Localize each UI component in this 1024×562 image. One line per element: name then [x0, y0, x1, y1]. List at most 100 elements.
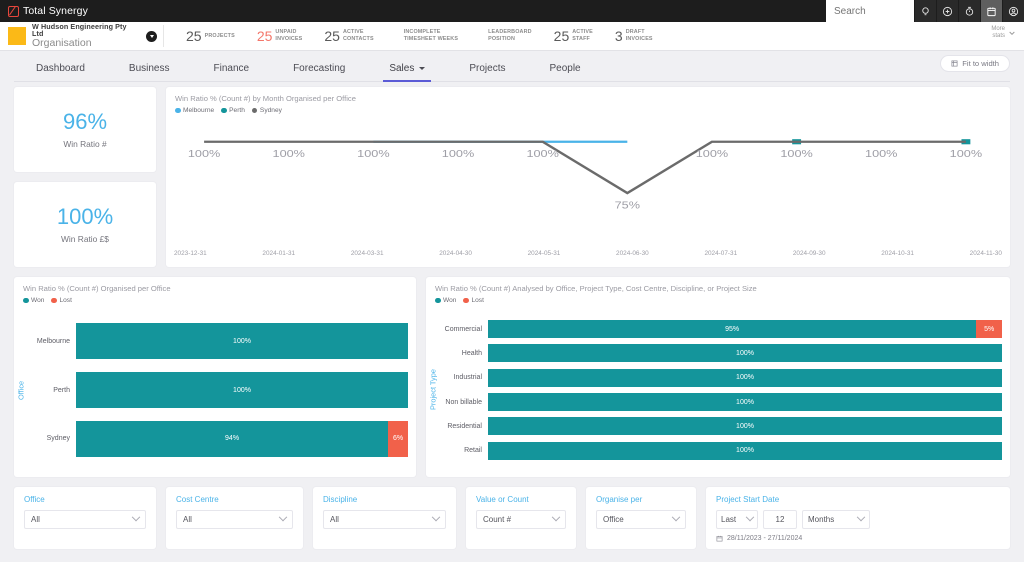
stat-projects[interactable]: 25 PROJECTS: [164, 28, 235, 44]
y-axis-title: Project Type: [428, 369, 438, 411]
chart-title: Win Ratio % (Count #) by Month Organised…: [175, 94, 356, 103]
office-select[interactable]: All: [24, 510, 146, 529]
discipline-select[interactable]: All: [323, 510, 446, 529]
organise-per-select[interactable]: Office: [596, 510, 686, 529]
timer-icon[interactable]: [958, 0, 980, 22]
bar-segment-won: 100%: [488, 368, 1002, 387]
account-icon[interactable]: [1002, 0, 1024, 22]
chevron-down-icon: [745, 512, 755, 521]
bar-row[interactable]: 94% 6%: [76, 414, 408, 463]
tab-projects[interactable]: Projects: [447, 63, 527, 82]
bar-row[interactable]: 100%: [488, 439, 1002, 463]
tab-forecasting[interactable]: Forecasting: [271, 63, 367, 82]
stat-active-contacts[interactable]: 25 ACTIVE CONTACTS: [302, 28, 373, 44]
line-point-label: 100%: [188, 149, 220, 160]
top-bar: Total Synergy: [0, 0, 1024, 22]
stat-active-staff[interactable]: 25 ACTIVE STAFF: [532, 28, 593, 44]
tab-label: Forecasting: [293, 63, 346, 74]
bar-row[interactable]: 100%: [488, 390, 1002, 414]
add-plus-icon[interactable]: [936, 0, 958, 22]
stat-label: ACTIVE STAFF: [572, 29, 593, 42]
bar-row[interactable]: 100%: [488, 341, 1002, 365]
search-input[interactable]: [834, 5, 914, 17]
legend-item-lost: Lost: [51, 297, 72, 304]
kpi-column: 96% Win Ratio # 100% Win Ratio £$: [14, 87, 156, 267]
bar-segment-won: 100%: [488, 441, 1002, 460]
tab-people[interactable]: People: [527, 63, 602, 82]
filter-value-or-count: Value or Count Count #: [466, 487, 576, 549]
stat-draft-invoices[interactable]: 3 DRAFT INVOICES: [593, 28, 653, 44]
x-tick: 2024-10-31: [881, 250, 914, 257]
date-amount-input[interactable]: 12: [763, 510, 797, 529]
stat-label: UNPAID INVOICES: [275, 29, 303, 42]
bar-segment-won: 100%: [488, 417, 1002, 436]
tab-finance[interactable]: Finance: [192, 63, 272, 82]
more-stats-toggle[interactable]: More stats: [991, 26, 1016, 40]
tab-dashboard[interactable]: Dashboard: [14, 63, 107, 82]
bar-segment-won: 100%: [488, 393, 1002, 412]
select-value: All: [183, 515, 192, 524]
line-point-label: 75%: [615, 200, 640, 211]
legend-label: Won: [31, 297, 45, 304]
x-tick: 2024-07-31: [704, 250, 738, 257]
chart-title: Win Ratio % (Count #) Analysed by Office…: [435, 284, 757, 293]
tab-sales[interactable]: Sales: [367, 63, 447, 82]
y-axis-title: Office: [16, 380, 26, 400]
filter-discipline: Discipline All: [313, 487, 456, 549]
tab-business[interactable]: Business: [107, 63, 192, 82]
search-box[interactable]: [826, 0, 914, 22]
chevron-down-icon[interactable]: [146, 30, 157, 42]
brand[interactable]: Total Synergy: [0, 0, 88, 22]
bar-row[interactable]: 100%: [76, 366, 408, 415]
legend-swatch: [463, 297, 469, 304]
bar-series: 100% 100% 94% 6%: [76, 317, 408, 463]
bar-row[interactable]: 100%: [76, 317, 408, 366]
line-point-label: 100%: [865, 149, 897, 160]
tab-label: Sales: [389, 63, 415, 74]
fit-to-width-label: Fit to width: [962, 59, 999, 68]
date-mode-select[interactable]: Last: [716, 510, 758, 529]
value-or-count-select[interactable]: Count #: [476, 510, 566, 529]
filter-cost-centre: Cost Centre All: [166, 487, 303, 549]
chevron-down-icon: [278, 512, 288, 521]
line-chart-plot: 100% 100% 100% 100% 100% 75% 100% 100% 100% 100%: [166, 113, 1004, 267]
stat-unpaid-invoices[interactable]: 25 UNPAID INVOICES: [235, 28, 303, 44]
calendar-icon[interactable]: [980, 0, 1002, 22]
filter-office: Office All: [14, 487, 156, 549]
line-chart-x-axis: 2023-12-31 2024-01-31 2024-03-31 2024-04…: [174, 250, 1002, 257]
bar-track: 100%: [488, 417, 1002, 436]
bar-row[interactable]: 100%: [488, 414, 1002, 438]
kpi-value: 100%: [56, 204, 114, 230]
stat-incomplete-timesheet-weeks[interactable]: INCOMPLETE TIMESHEET WEEKS: [374, 29, 458, 43]
legend-label: Lost: [471, 297, 484, 304]
filter-bar: Office All Cost Centre All Discipline Al…: [14, 487, 1010, 549]
select-value: All: [330, 515, 339, 524]
cost-centre-select[interactable]: All: [176, 510, 293, 529]
kpi-label: Win Ratio £$: [61, 233, 109, 244]
select-value: Office: [603, 515, 624, 524]
x-tick: 2024-11-30: [969, 250, 1002, 257]
date-unit-select[interactable]: Months: [802, 510, 870, 529]
bar-row[interactable]: 95% 5%: [488, 317, 1002, 341]
category-label: Perth: [53, 386, 70, 394]
y-axis-categories: Commercial Health Industrial Non billable Re…: [440, 317, 488, 463]
filter-label: Value or Count: [476, 495, 529, 504]
bar-row[interactable]: 100%: [488, 366, 1002, 390]
select-value: Last: [721, 515, 737, 524]
idea-lightbulb-icon[interactable]: [914, 0, 936, 22]
fit-to-width-button[interactable]: Fit to width: [940, 55, 1010, 72]
stats-bar: W Hudson Engineering Pty Ltd Organisatio…: [0, 22, 1024, 51]
date-range-display: 28/11/2023 - 27/11/2024: [716, 535, 1000, 542]
dashboard-row-top: 96% Win Ratio # 100% Win Ratio £$ Win Ra…: [14, 87, 1010, 267]
legend-swatch: [51, 297, 57, 304]
bar-segment-won: 100%: [488, 344, 1002, 363]
x-tick: 2024-03-31: [350, 250, 384, 257]
x-tick: 2024-01-31: [262, 250, 296, 257]
legend-item-won: Won: [435, 297, 456, 304]
organisation-selector[interactable]: W Hudson Engineering Pty Ltd Organisatio…: [0, 23, 140, 49]
category-label: Commercial: [444, 325, 482, 333]
stat-leaderboard-position[interactable]: LEADERBOARD POSITION: [458, 29, 532, 43]
bar-track: 100%: [488, 368, 1002, 387]
x-tick: 2024-05-31: [527, 250, 561, 257]
